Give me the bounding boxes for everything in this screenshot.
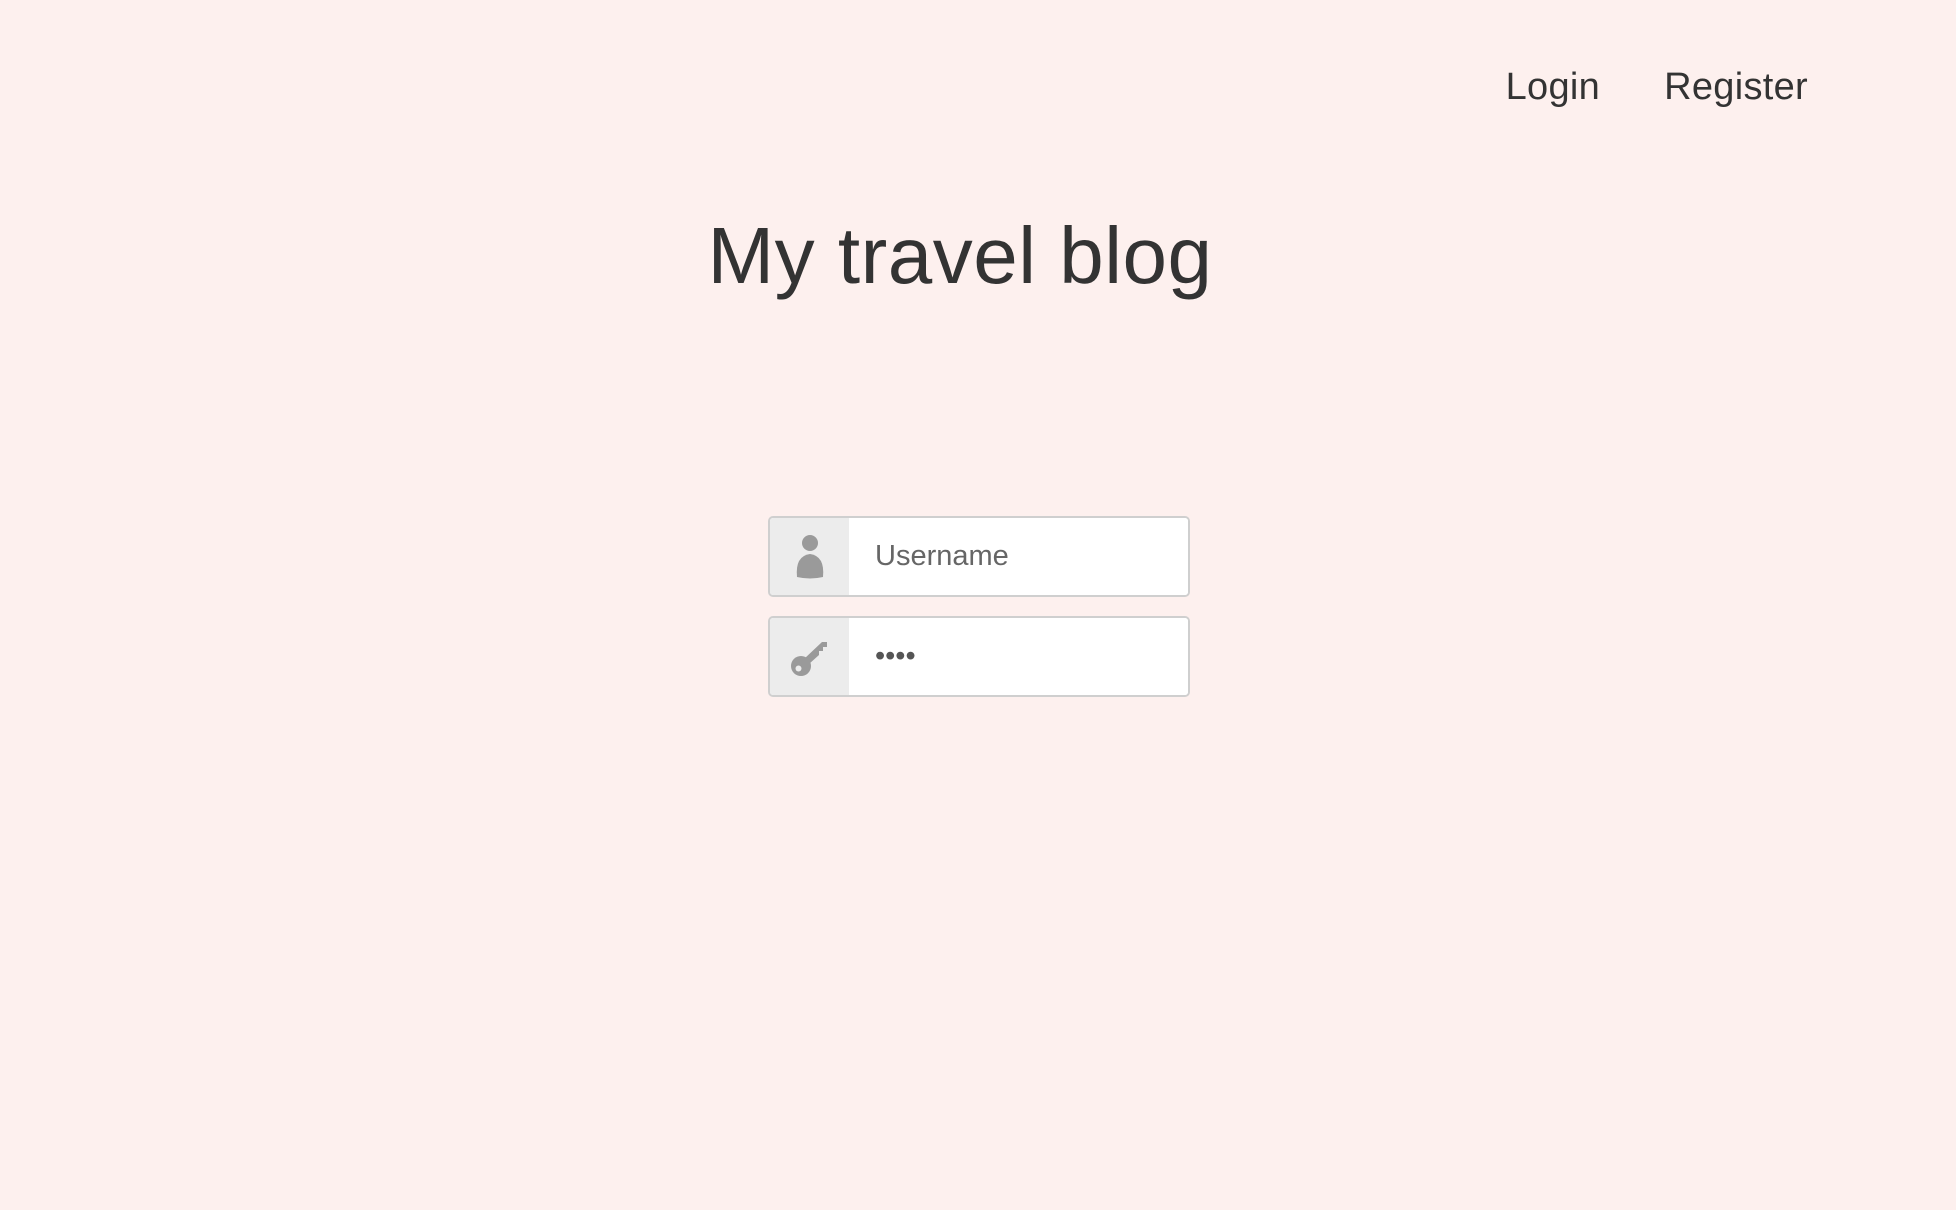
password-input[interactable] [849, 618, 1188, 695]
top-navigation: Login Register [1506, 66, 1808, 109]
register-link[interactable]: Register [1664, 66, 1808, 109]
page-title: My travel blog [707, 211, 1213, 300]
user-icon [770, 518, 849, 595]
key-icon [770, 618, 849, 695]
login-form [768, 516, 1190, 716]
username-field-group [768, 516, 1190, 597]
password-field-group [768, 616, 1190, 697]
username-input[interactable] [849, 518, 1188, 595]
login-link[interactable]: Login [1506, 66, 1600, 109]
